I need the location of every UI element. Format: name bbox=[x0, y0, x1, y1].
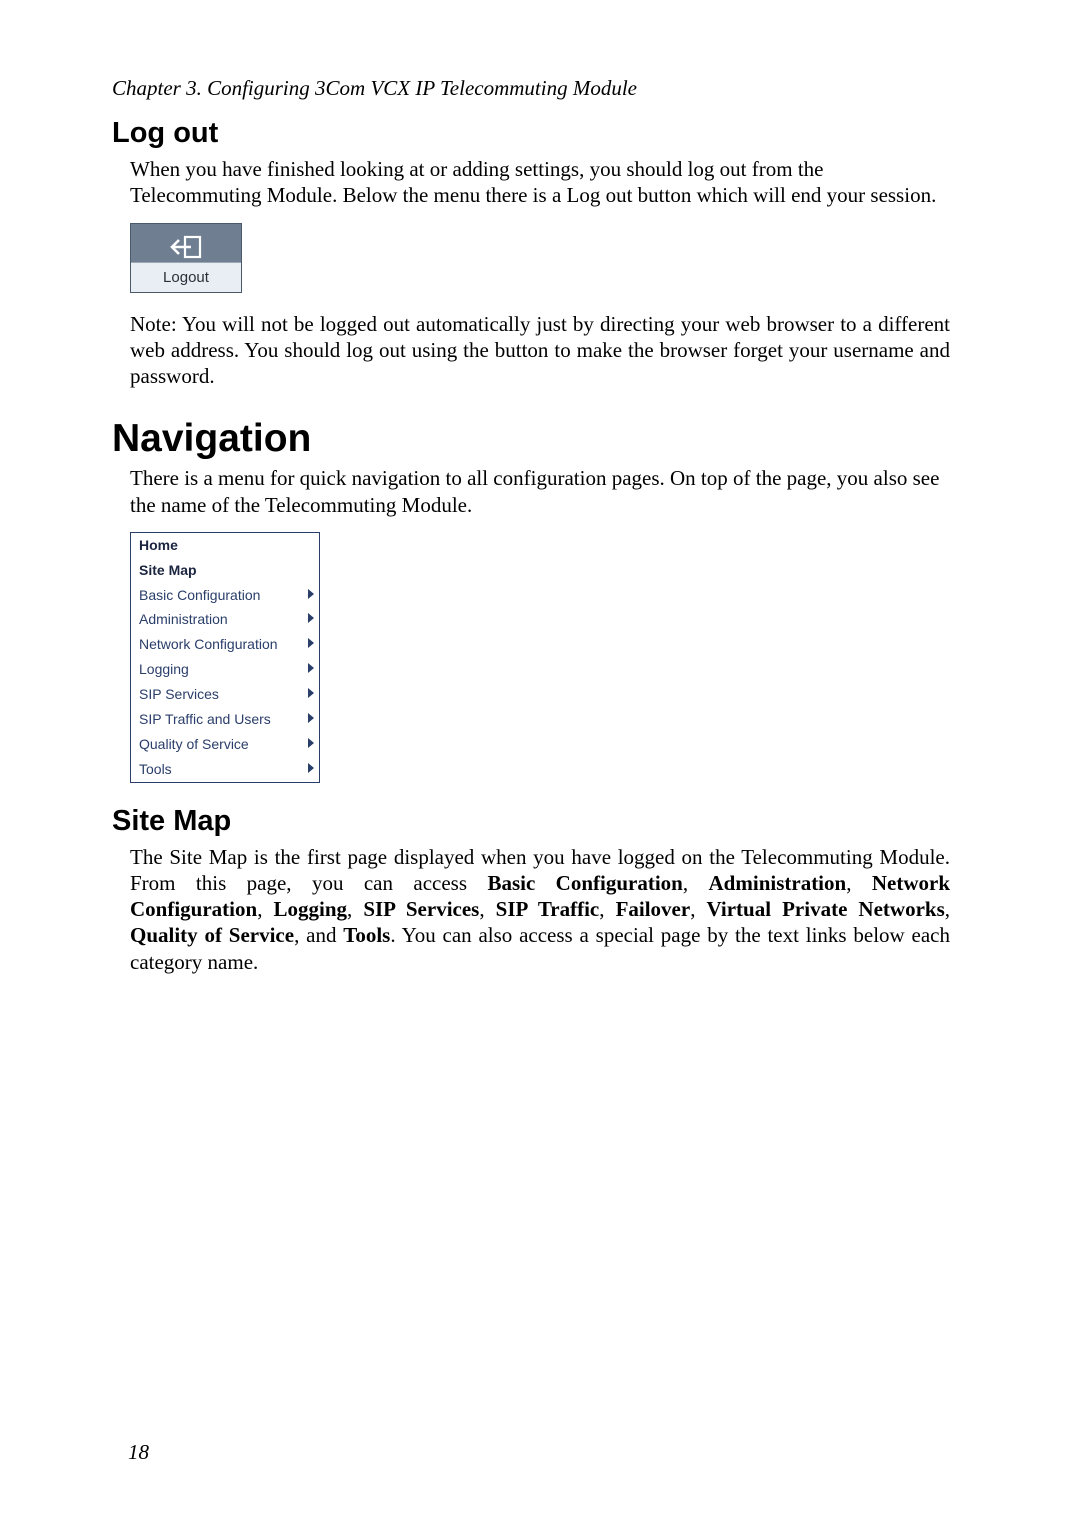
logout-paragraph-1: When you have finished looking at or add… bbox=[130, 156, 950, 209]
nav-item-label: Home bbox=[139, 536, 178, 555]
submenu-arrow-icon bbox=[307, 660, 315, 679]
sitemap-paragraph: The Site Map is the first page displayed… bbox=[130, 844, 950, 975]
nav-item-label: SIP Services bbox=[139, 685, 219, 704]
submenu-arrow-icon bbox=[307, 710, 315, 729]
nav-item-label: Quality of Service bbox=[139, 735, 249, 754]
sitemap-category: Tools bbox=[343, 923, 390, 947]
nav-item-label: Logging bbox=[139, 660, 189, 679]
sitemap-category: Administration bbox=[709, 871, 847, 895]
logout-note: Note: You will not be logged out automat… bbox=[130, 311, 950, 390]
nav-item-home[interactable]: Home bbox=[131, 533, 319, 558]
nav-item-sip-services[interactable]: SIP Services bbox=[131, 682, 319, 707]
submenu-arrow-icon bbox=[307, 760, 315, 779]
sitemap-heading: Site Map bbox=[112, 805, 950, 838]
logout-heading: Log out bbox=[112, 117, 950, 150]
nav-item-label: Network Configuration bbox=[139, 635, 278, 654]
navigation-heading: Navigation bbox=[112, 417, 950, 461]
nav-item-logging[interactable]: Logging bbox=[131, 657, 319, 682]
sitemap-category: Basic Configuration bbox=[487, 871, 682, 895]
sitemap-category: Logging bbox=[273, 897, 347, 921]
sitemap-category: SIP Services bbox=[363, 897, 479, 921]
logout-button[interactable]: Logout bbox=[130, 223, 242, 293]
nav-item-sip-traffic-and-users[interactable]: SIP Traffic and Users bbox=[131, 707, 319, 732]
sitemap-category: Quality of Service bbox=[130, 923, 294, 947]
logout-icon bbox=[169, 232, 203, 262]
nav-item-administration[interactable]: Administration bbox=[131, 607, 319, 632]
page: Chapter 3. Configuring 3Com VCX IP Telec… bbox=[0, 0, 1080, 1527]
sitemap-category: Virtual Private Networks bbox=[707, 897, 945, 921]
sitemap-category: Failover bbox=[616, 897, 691, 921]
nav-item-label: Tools bbox=[139, 760, 172, 779]
nav-item-label: Basic Configuration bbox=[139, 586, 260, 605]
nav-item-tools[interactable]: Tools bbox=[131, 757, 319, 782]
submenu-arrow-icon bbox=[307, 586, 315, 605]
nav-item-basic-configuration[interactable]: Basic Configuration bbox=[131, 583, 319, 608]
chapter-header: Chapter 3. Configuring 3Com VCX IP Telec… bbox=[112, 76, 950, 101]
submenu-arrow-icon bbox=[307, 635, 315, 654]
nav-item-network-configuration[interactable]: Network Configuration bbox=[131, 632, 319, 657]
navigation-intro: There is a menu for quick navigation to … bbox=[130, 465, 950, 518]
sitemap-category: SIP Traffic bbox=[496, 897, 600, 921]
nav-item-label: SIP Traffic and Users bbox=[139, 710, 271, 729]
nav-item-quality-of-service[interactable]: Quality of Service bbox=[131, 732, 319, 757]
submenu-arrow-icon bbox=[307, 685, 315, 704]
logout-button-label: Logout bbox=[131, 262, 241, 292]
page-number: 18 bbox=[128, 1440, 149, 1465]
nav-menu: Home Site Map Basic Configuration Administr… bbox=[130, 532, 320, 783]
submenu-arrow-icon bbox=[307, 735, 315, 754]
nav-item-label: Site Map bbox=[139, 561, 197, 580]
nav-item-site-map[interactable]: Site Map bbox=[131, 558, 319, 583]
submenu-arrow-icon bbox=[307, 610, 315, 629]
nav-item-label: Administration bbox=[139, 610, 228, 629]
